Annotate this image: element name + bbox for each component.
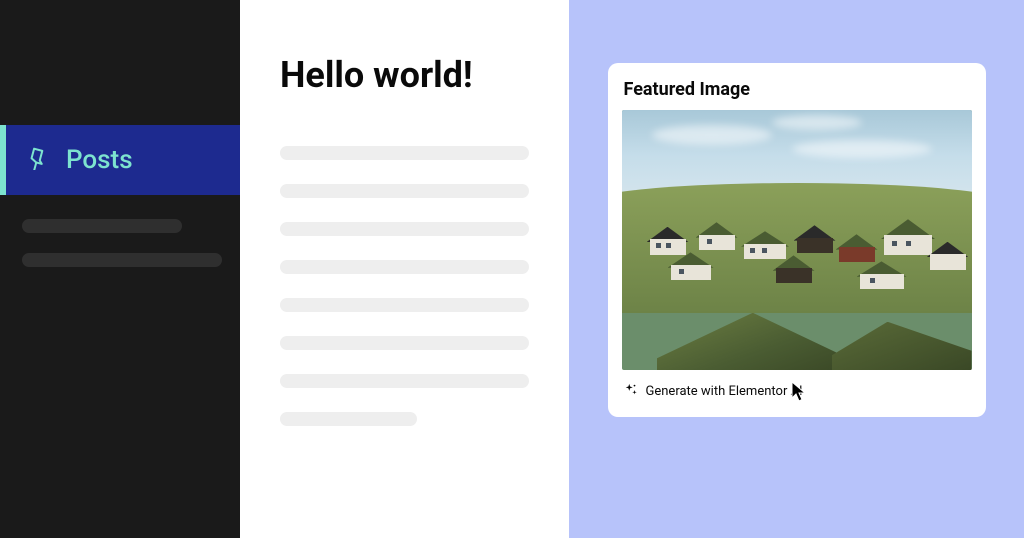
content-line	[280, 184, 529, 198]
sparkle-icon	[624, 382, 638, 401]
cursor-icon	[790, 380, 810, 406]
content-line	[280, 374, 529, 388]
sidebar-placeholder-group	[0, 195, 240, 277]
post-editor: Hello world!	[240, 0, 569, 538]
sidebar-placeholder	[22, 219, 182, 233]
content-line	[280, 412, 417, 426]
content-line	[280, 336, 529, 350]
generate-ai-label: Generate with Elementor AI	[646, 384, 803, 399]
content-line	[280, 146, 529, 160]
post-content-placeholder[interactable]	[280, 146, 529, 426]
pin-icon	[24, 146, 48, 174]
featured-image-title: Featured Image	[622, 79, 972, 100]
post-title[interactable]: Hello world!	[280, 54, 529, 96]
content-line	[280, 222, 529, 236]
sidebar-item-label: Posts	[66, 145, 133, 175]
featured-image-preview[interactable]	[622, 110, 972, 370]
admin-sidebar: Posts	[0, 0, 240, 538]
right-panel: Featured Image	[569, 0, 1024, 538]
featured-image-card: Featured Image	[608, 63, 986, 417]
content-line	[280, 260, 529, 274]
generate-ai-button[interactable]: Generate with Elementor AI	[622, 370, 972, 403]
sidebar-item-posts[interactable]: Posts	[0, 125, 240, 195]
content-line	[280, 298, 529, 312]
sidebar-placeholder	[22, 253, 222, 267]
